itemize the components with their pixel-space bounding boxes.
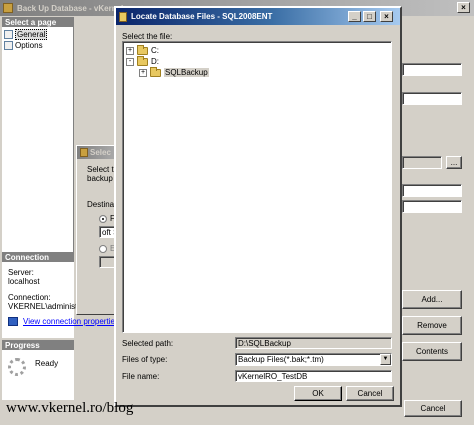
tree-label-sqlbackup: SQLBackup bbox=[164, 68, 209, 77]
expand-sqlbackup-icon[interactable]: + bbox=[139, 68, 147, 77]
select-page-pane bbox=[2, 17, 74, 255]
files-of-type-label: Files of type: bbox=[122, 355, 168, 364]
progress-status: Ready bbox=[35, 359, 59, 368]
file-radio[interactable] bbox=[99, 215, 107, 223]
connection-properties-icon bbox=[8, 317, 18, 326]
select-page-header: Select a page bbox=[2, 17, 74, 27]
backup-name-field[interactable] bbox=[402, 156, 442, 169]
locate-cancel-button[interactable]: Cancel bbox=[346, 386, 394, 401]
server-label: Server: bbox=[8, 268, 34, 277]
minimize-button[interactable]: _ bbox=[348, 11, 361, 22]
files-of-type-select[interactable]: Backup Files(*.bak;*.tm) ▼ bbox=[235, 353, 392, 366]
select-dialog-title: Selec bbox=[90, 148, 111, 157]
page-label-options: Options bbox=[15, 40, 43, 50]
tree-label-c: C: bbox=[151, 46, 159, 55]
contents-button[interactable]: Contents bbox=[402, 342, 462, 361]
file-tree[interactable] bbox=[122, 41, 392, 333]
options-page-icon bbox=[4, 40, 13, 50]
other-radio[interactable] bbox=[99, 245, 107, 253]
general-page-icon bbox=[4, 29, 13, 39]
description-field[interactable] bbox=[402, 184, 462, 197]
expire-field[interactable] bbox=[402, 200, 462, 213]
collapse-d-icon[interactable]: - bbox=[126, 57, 134, 66]
dropdown-arrow-icon[interactable]: ▼ bbox=[380, 354, 391, 365]
backup-combo-1[interactable] bbox=[402, 63, 462, 76]
connection-label: Connection: bbox=[8, 293, 51, 302]
expand-c-icon[interactable]: + bbox=[126, 46, 134, 55]
files-of-type-value: Backup Files(*.bak;*.tm) bbox=[238, 355, 324, 364]
connection-header: Connection bbox=[2, 252, 74, 262]
locate-dialog-title: Locate Database Files - SQL2008ENT bbox=[131, 12, 273, 21]
tree-item-d[interactable]: - D: bbox=[126, 55, 159, 67]
ok-button[interactable]: OK bbox=[294, 386, 342, 401]
connection-value: VKERNEL\administra bbox=[8, 302, 85, 311]
tree-label-d: D: bbox=[151, 57, 159, 66]
select-dialog-icon bbox=[80, 148, 88, 157]
browse-button[interactable]: ... bbox=[446, 156, 462, 169]
folder-icon bbox=[137, 44, 148, 55]
back-up-close-button[interactable]: × bbox=[457, 2, 470, 13]
folder-icon bbox=[150, 66, 161, 77]
app-icon bbox=[3, 3, 13, 13]
back-up-cancel-button[interactable]: Cancel bbox=[404, 400, 462, 417]
view-connection-properties-link[interactable]: View connection properties bbox=[23, 317, 119, 326]
watermark-text: www.vkernel.ro/blog bbox=[6, 400, 134, 416]
progress-spinner-icon bbox=[8, 358, 26, 376]
select-file-label: Select the file: bbox=[122, 32, 173, 41]
progress-header: Progress bbox=[2, 340, 74, 350]
page-item-options[interactable]: Options bbox=[4, 40, 43, 50]
locate-database-files-dialog: Locate Database Files - SQL2008ENT _ □ ×… bbox=[114, 6, 402, 407]
remove-button[interactable]: Remove bbox=[402, 316, 462, 335]
tree-item-sqlbackup[interactable]: + SQLBackup bbox=[139, 66, 209, 78]
tree-item-c[interactable]: + C: bbox=[126, 44, 159, 56]
add-button[interactable]: Add... bbox=[402, 290, 462, 309]
selected-path-label: Selected path: bbox=[122, 339, 174, 348]
server-value: localhost bbox=[8, 277, 40, 286]
backup-combo-2[interactable] bbox=[402, 92, 462, 105]
selected-path-field: D:\SQLBackup bbox=[235, 337, 392, 349]
page-label-general: General bbox=[15, 28, 48, 40]
back-up-title: Back Up Database - vKernel bbox=[17, 3, 124, 13]
file-name-label: File name: bbox=[122, 372, 160, 381]
folder-icon bbox=[137, 55, 148, 66]
page-item-general[interactable]: General bbox=[4, 28, 48, 40]
locate-close-button[interactable]: × bbox=[380, 11, 393, 22]
locate-dialog-icon bbox=[119, 11, 127, 22]
maximize-button[interactable]: □ bbox=[363, 11, 376, 22]
file-name-field[interactable]: vKernelRO_TestDB bbox=[235, 370, 392, 382]
